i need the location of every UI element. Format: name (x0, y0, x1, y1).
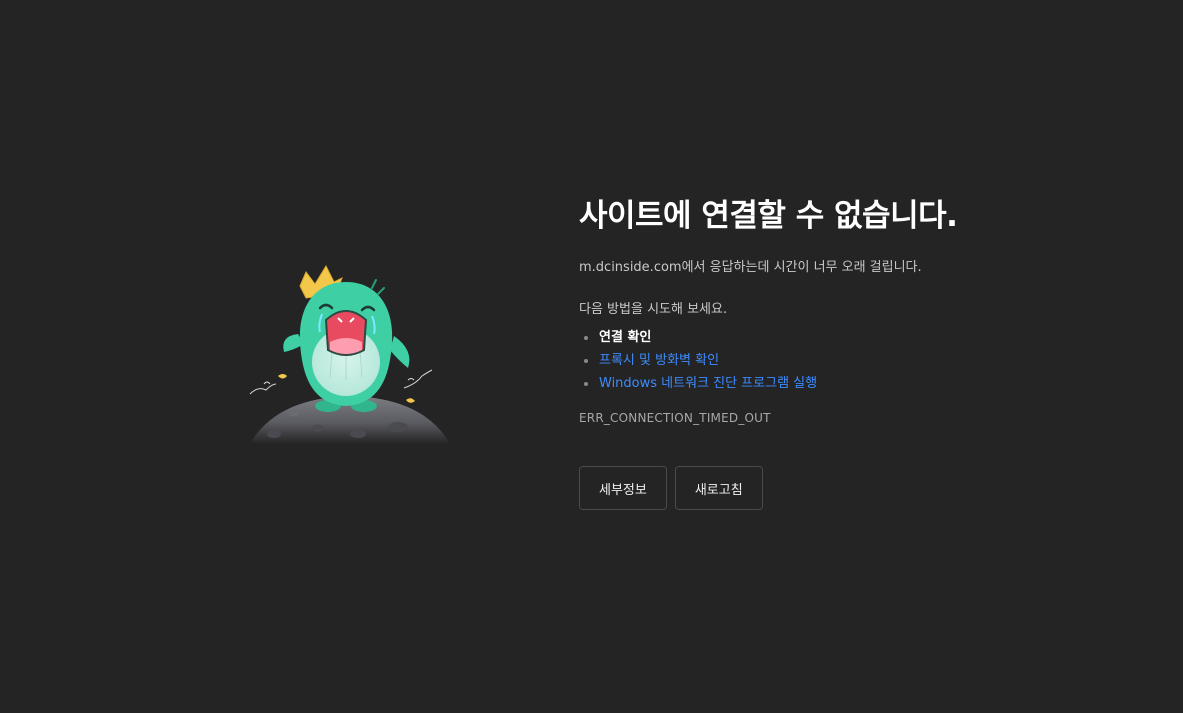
reload-button[interactable]: 새로고침 (674, 466, 763, 510)
error-code: ERR_CONNECTION_TIMED_OUT (579, 411, 771, 425)
suggestions-heading: 다음 방법을 시도해 보세요. (579, 302, 728, 317)
suggestion-label: 연결 확인 (599, 330, 652, 345)
proxy-firewall-link[interactable]: 프록시 및 방화벽 확인 (599, 353, 719, 368)
error-title: 사이트에 연결할 수 없습니다. (579, 198, 958, 234)
network-diagnostics-link[interactable]: Windows 네트워크 진단 프로그램 실행 (599, 376, 817, 391)
bullet-icon (584, 359, 588, 363)
error-page: 사이트에 연결할 수 없습니다. m.dcinside.com에서 응답하는데 … (0, 0, 1183, 713)
suggestions-list: 연결 확인 프록시 및 방화벽 확인 Windows 네트워크 진단 프로그램 … (579, 326, 1139, 395)
bullet-icon (584, 382, 588, 386)
suggestion-check-proxy-firewall[interactable]: 프록시 및 방화벽 확인 (579, 349, 1139, 372)
details-button[interactable]: 세부정보 (579, 466, 667, 510)
error-description: m.dcinside.com에서 응답하는데 시간이 너무 오래 걸립니다. (579, 260, 922, 275)
crying-mascot-icon (246, 258, 456, 448)
error-content: 사이트에 연결할 수 없습니다. m.dcinside.com에서 응답하는데 … (579, 194, 1139, 510)
suggestion-run-network-diagnostics[interactable]: Windows 네트워크 진단 프로그램 실행 (579, 372, 1139, 395)
bullet-icon (584, 336, 588, 340)
action-buttons: 세부정보 새로고침 (579, 466, 763, 510)
suggestion-check-connection: 연결 확인 (579, 326, 1139, 349)
